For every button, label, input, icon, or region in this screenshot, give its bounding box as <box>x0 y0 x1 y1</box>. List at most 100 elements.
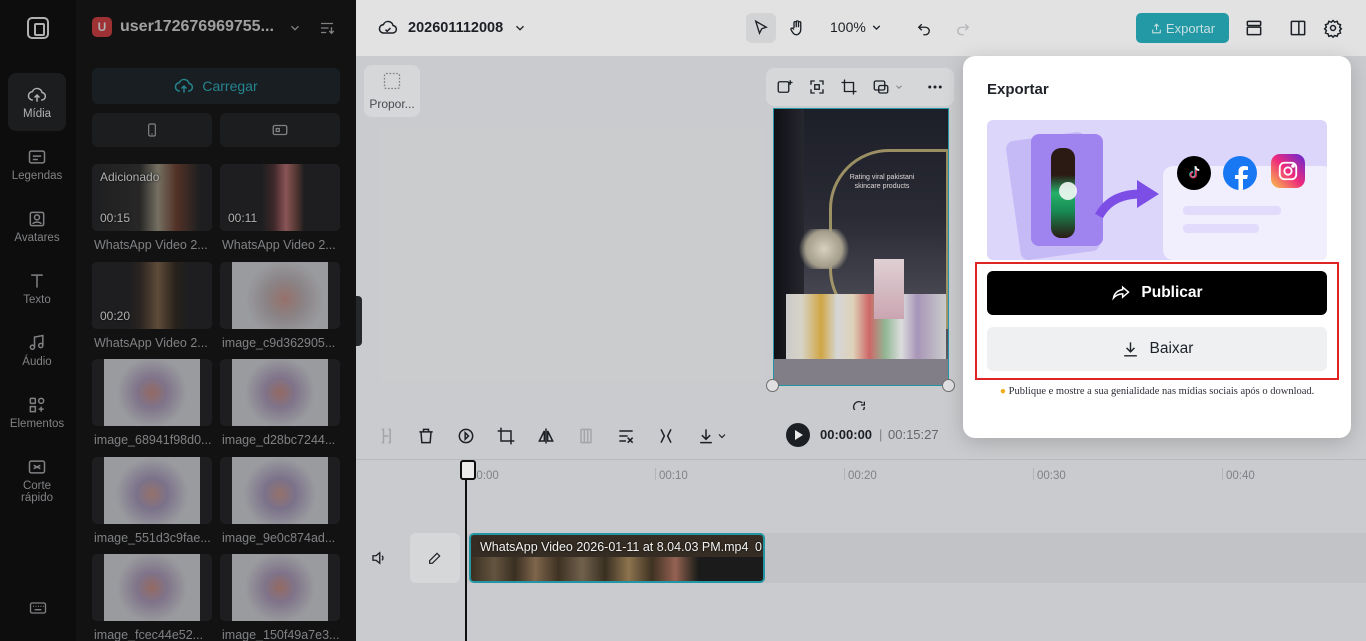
split-view-button[interactable] <box>1283 13 1313 43</box>
upload-button[interactable]: Carregar <box>92 68 340 104</box>
added-badge: Adicionado <box>100 170 160 184</box>
layers-button[interactable] <box>1239 13 1269 43</box>
media-thumb[interactable]: 00:11 <box>220 164 340 231</box>
export-button[interactable]: Exportar <box>1136 13 1229 43</box>
project-menu[interactable]: 202601112008 <box>378 18 527 38</box>
resize-handle[interactable] <box>942 379 955 392</box>
redo-icon <box>957 23 970 36</box>
avatar-icon <box>29 211 45 226</box>
rail-item-avatars[interactable]: Avatares <box>8 197 66 255</box>
replace-image-icon[interactable] <box>776 78 794 96</box>
keyboard-icon[interactable] <box>28 598 48 618</box>
quick-cut-icon <box>28 459 46 474</box>
export-icon <box>1152 22 1161 33</box>
cloud-upload-icon <box>27 87 47 102</box>
volume-icon[interactable] <box>370 549 388 567</box>
fit-icon[interactable] <box>808 78 826 96</box>
left-rail: Mídia Legendas Avatares Texto Áudio Elem… <box>0 0 76 641</box>
aspect-ratio-icon <box>383 72 401 90</box>
chevron-down-icon <box>872 24 881 30</box>
clip-name: WhatsApp Video 2026-01-11 at 8.04.03 PM.… <box>480 540 749 554</box>
rail-item-quick-cut[interactable]: Corte rápido <box>8 445 66 515</box>
split-icon[interactable] <box>376 426 396 446</box>
speed-icon[interactable] <box>456 426 476 446</box>
top-bar: 202601112008 100% Exportar <box>356 0 1366 56</box>
trash-icon[interactable] <box>416 426 436 446</box>
media-thumb[interactable] <box>92 359 212 426</box>
media-thumb-name: image_551d3c9fae... <box>94 531 211 545</box>
freeze-icon[interactable] <box>576 426 596 446</box>
user-menu[interactable]: U user172676969755... <box>92 17 299 37</box>
instagram-icon <box>1271 154 1305 188</box>
media-thumb[interactable] <box>220 457 340 524</box>
download-button[interactable]: Baixar <box>987 327 1327 371</box>
hand-icon <box>790 20 802 36</box>
project-name: 202601112008 <box>408 20 504 36</box>
pencil-icon <box>429 552 441 564</box>
crop-icon[interactable] <box>496 426 516 446</box>
rail-item-text[interactable]: Texto <box>8 259 66 317</box>
rail-item-label: Legendas <box>11 169 63 182</box>
rail-item-audio[interactable]: Áudio <box>8 321 66 379</box>
mask-icon[interactable] <box>872 78 890 96</box>
publish-label: Publicar <box>1141 284 1203 301</box>
facebook-icon <box>1223 156 1257 190</box>
zoom-dropdown[interactable]: 100% <box>830 19 883 35</box>
undo-button[interactable] <box>909 13 939 43</box>
more-icon[interactable] <box>926 78 944 96</box>
chevron-down-icon[interactable] <box>716 426 728 446</box>
media-thumb[interactable]: Adicionado 00:15 <box>92 164 212 231</box>
ruler-label: 00:20 <box>848 470 877 482</box>
aspect-ratio-button[interactable]: Propor... <box>364 65 420 117</box>
publish-button[interactable]: Publicar <box>987 271 1327 315</box>
trim-icon[interactable] <box>656 426 676 446</box>
video-preview[interactable]: Rating viral pakistani skincare products <box>773 108 949 386</box>
redo-button[interactable] <box>948 13 978 43</box>
media-thumb-name: image_9e0c874ad... <box>222 531 336 545</box>
phone-icon <box>148 123 156 137</box>
panel-collapse-handle[interactable] <box>356 296 362 346</box>
rail-item-captions[interactable]: Legendas <box>8 135 66 193</box>
media-thumb[interactable] <box>220 554 340 621</box>
rail-item-label: Avatares <box>14 231 60 244</box>
edit-track-button[interactable] <box>410 533 460 583</box>
resize-handle[interactable] <box>766 379 779 392</box>
rail-item-elements[interactable]: Elementos <box>8 383 66 441</box>
app-logo-icon[interactable] <box>27 17 49 39</box>
cursor-icon <box>754 19 768 36</box>
media-thumb[interactable]: 00:20 <box>92 262 212 329</box>
ruler-tick <box>1222 468 1223 480</box>
duration-badge: 00:11 <box>228 211 258 225</box>
crop-icon[interactable] <box>840 78 858 96</box>
media-thumb[interactable] <box>92 554 212 621</box>
media-thumb[interactable] <box>220 359 340 426</box>
undo-icon <box>917 23 930 36</box>
hand-tool-button[interactable] <box>782 13 812 43</box>
settings-button[interactable] <box>1318 13 1348 43</box>
landscape-filter-button[interactable] <box>220 113 340 147</box>
portrait-filter-button[interactable] <box>92 113 212 147</box>
gear-icon <box>1323 19 1343 38</box>
chevron-down-icon[interactable] <box>894 82 904 92</box>
zoom-level: 100% <box>830 19 866 35</box>
rail-item-media[interactable]: Mídia <box>8 73 66 131</box>
arrow-icon <box>1095 180 1159 219</box>
play-button[interactable] <box>786 423 810 447</box>
flip-icon[interactable] <box>536 426 556 446</box>
export-label: Exportar <box>1165 20 1216 36</box>
quick-cut-icon[interactable] <box>616 426 636 446</box>
media-thumb[interactable] <box>92 457 212 524</box>
select-tool-button[interactable] <box>746 13 776 43</box>
media-thumb[interactable] <box>220 262 340 329</box>
music-note-icon <box>29 334 44 350</box>
video-clip[interactable]: WhatsApp Video 2026-01-11 at 8.04.03 PM.… <box>469 533 765 583</box>
text-icon <box>31 273 43 288</box>
total-time: 00:15:27 <box>888 427 939 442</box>
captions-icon <box>28 149 46 164</box>
playhead[interactable] <box>460 460 476 641</box>
download-icon[interactable] <box>696 426 716 446</box>
sort-icon[interactable] <box>318 19 336 37</box>
ruler-tick <box>844 468 845 480</box>
upload-label: Carregar <box>202 78 258 94</box>
timeline: 00:00 00:10 00:20 00:30 00:40 WhatsApp V… <box>356 460 1366 641</box>
